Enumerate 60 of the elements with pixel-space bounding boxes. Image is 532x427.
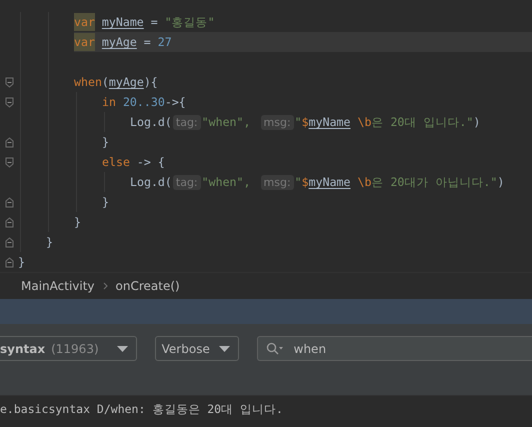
- code-token: var: [74, 33, 95, 51]
- code-token: ){: [144, 75, 158, 89]
- code-token: ): [497, 175, 504, 189]
- code-token: "when",: [202, 175, 251, 189]
- code-token: "홍길동": [164, 14, 215, 30]
- code-token: myName: [308, 175, 351, 189]
- code-token: $: [302, 115, 309, 129]
- breadcrumb-item[interactable]: onCreate(): [116, 279, 180, 293]
- code-token: \b: [356, 115, 372, 129]
- code-token: ": [294, 175, 302, 189]
- caret-icon: [218, 346, 230, 352]
- fold-icon[interactable]: [4, 216, 14, 228]
- log-line: e.basicsyntax D/when: 홍길동은 20대 입니다.: [0, 402, 284, 417]
- code-token: myName: [308, 115, 351, 129]
- code-token: ": [294, 115, 302, 129]
- fold-icon[interactable]: [4, 196, 14, 208]
- code-token: myAge: [108, 75, 144, 89]
- breadcrumb-item[interactable]: MainActivity: [21, 279, 95, 293]
- fold-icon[interactable]: [4, 236, 14, 248]
- search-field[interactable]: when: [256, 336, 532, 361]
- code-token: myAge: [102, 35, 137, 49]
- code-token: 20..30: [122, 95, 165, 109]
- code-token: var: [74, 13, 95, 31]
- parameter-hint: tag:: [172, 114, 201, 130]
- code-token: =: [142, 35, 152, 49]
- code-token: }: [74, 215, 81, 229]
- code-token: "when",: [202, 115, 251, 129]
- process-dropdown[interactable]: syntax (11963): [0, 336, 137, 361]
- search-icon: [266, 342, 284, 355]
- code-token: when: [74, 75, 102, 89]
- code-token: ): [473, 115, 480, 129]
- code-token: }: [102, 195, 109, 209]
- code-token: (: [102, 75, 109, 89]
- code-token: myName: [102, 15, 144, 29]
- code-token: }: [46, 235, 53, 249]
- code-token: else: [102, 155, 130, 169]
- parameter-hint: msg:: [260, 114, 294, 130]
- fold-icon[interactable]: [4, 256, 14, 268]
- fold-icon[interactable]: [4, 156, 14, 168]
- log-level-dropdown[interactable]: Verbose: [154, 336, 239, 361]
- code-token: ->{: [164, 95, 186, 109]
- code-token: =: [150, 15, 159, 29]
- code-token: }: [18, 255, 25, 269]
- code-token: \b: [356, 175, 372, 189]
- code-token: 은 20대가 아닙니다.": [371, 174, 498, 190]
- caret-icon: [116, 346, 128, 352]
- code-token: $: [302, 175, 309, 189]
- code-token: Log.d(: [130, 175, 172, 189]
- code-token: 은 20대 입니다.": [371, 114, 474, 130]
- parameter-hint: msg:: [260, 174, 294, 190]
- parameter-hint: tag:: [172, 174, 201, 190]
- fold-icon[interactable]: [4, 96, 14, 108]
- fold-icon[interactable]: [4, 76, 14, 88]
- code-token: }: [102, 135, 109, 149]
- code-token: 27: [158, 35, 172, 49]
- fold-icon[interactable]: [4, 136, 14, 148]
- code-token: Log.d(: [130, 115, 172, 129]
- code-token: -> {: [136, 155, 165, 169]
- code-token: in: [102, 95, 116, 109]
- chevron-icon: [102, 282, 108, 290]
